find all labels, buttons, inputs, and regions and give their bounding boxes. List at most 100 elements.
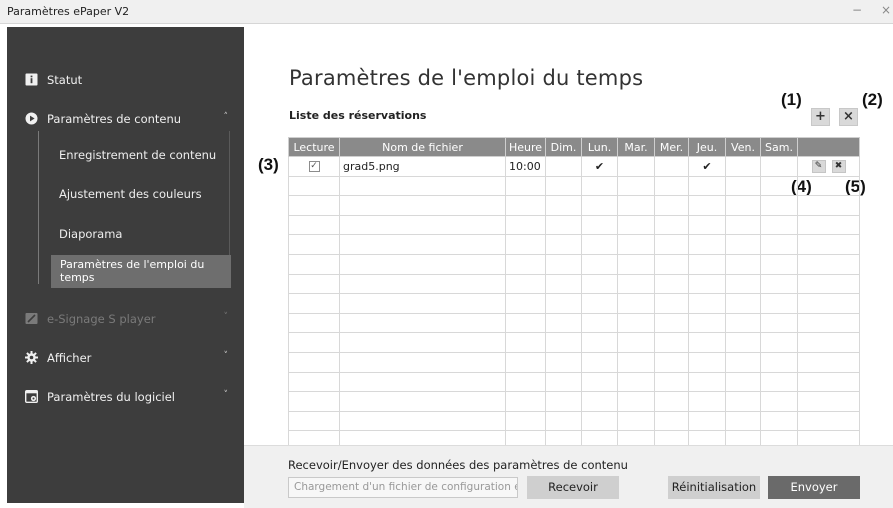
- table-cell: [688, 391, 726, 412]
- table-cell: [654, 195, 689, 216]
- filename-cell: grad5.png: [339, 156, 506, 177]
- footer-panel: Recevoir/Envoyer des données des paramèt…: [244, 445, 893, 508]
- table-cell: [505, 312, 546, 334]
- reservation-list-label: Liste des réservations: [289, 109, 427, 122]
- sidebar-item-software-settings[interactable]: Paramètres du logiciel ˅: [7, 382, 244, 412]
- table-cell: [581, 175, 618, 197]
- table-cell: [581, 391, 618, 412]
- play-checkbox[interactable]: ✓: [308, 161, 320, 173]
- sidebar-subitem-schedule-settings[interactable]: Paramètres de l'emploi du temps: [51, 255, 231, 288]
- chevron-down-icon: ˅: [223, 351, 229, 361]
- table-cell: [581, 351, 618, 373]
- table-cell: [581, 312, 618, 334]
- sidebar-subitem-color-adjust[interactable]: Ajustement des couleurs: [59, 187, 202, 201]
- window-title: Paramètres ePaper V2: [7, 5, 130, 18]
- table-cell: [339, 410, 506, 432]
- edit-row-button[interactable]: ✎: [811, 160, 826, 174]
- table-cell: [725, 195, 761, 216]
- table-cell: [797, 391, 860, 412]
- table-cell: [545, 293, 582, 314]
- table-row-empty: [288, 410, 860, 432]
- table-cell: [617, 312, 655, 334]
- table-cell: [654, 410, 689, 432]
- table-cell: [725, 253, 761, 275]
- table-cell: [688, 234, 726, 255]
- table-cell: [545, 175, 582, 197]
- chevron-up-icon: ˄: [223, 112, 229, 122]
- table-cell: [505, 332, 546, 353]
- day-cell-thu: ✔: [688, 156, 726, 177]
- table-cell: [339, 351, 506, 373]
- table-cell: [654, 391, 689, 412]
- table-row-empty: [288, 253, 860, 275]
- sidebar-item-statut[interactable]: Statut: [7, 65, 244, 95]
- chevron-down-icon: ˅: [223, 312, 229, 322]
- table-cell: [581, 234, 618, 255]
- sidebar-item-content-settings[interactable]: Paramètres de contenu ˄: [7, 104, 244, 134]
- table-cell: [545, 371, 582, 393]
- table-cell: [760, 273, 798, 295]
- table-cell: [654, 214, 689, 236]
- table-cell: [688, 175, 726, 197]
- table-cell: [617, 195, 655, 216]
- table-cell: [617, 175, 655, 197]
- table-cell: [339, 234, 506, 255]
- table-cell: [339, 253, 506, 275]
- sidebar-subitem-content-registration[interactable]: Enregistrement de contenu: [59, 148, 216, 162]
- send-button[interactable]: Envoyer: [768, 476, 860, 499]
- table-cell: [688, 293, 726, 314]
- table-cell: [725, 234, 761, 255]
- table-cell: [797, 293, 860, 314]
- receive-button[interactable]: Recevoir: [527, 476, 619, 499]
- table-cell: [288, 312, 340, 334]
- table-cell: [760, 351, 798, 373]
- table-cell: [617, 351, 655, 373]
- remove-row-button[interactable]: ✖: [831, 160, 846, 174]
- close-window-button[interactable]: ×: [881, 3, 891, 17]
- sidebar-subitem-slideshow[interactable]: Diaporama: [59, 227, 122, 241]
- table-row-empty: [288, 351, 860, 373]
- table-cell: [688, 273, 726, 295]
- config-file-input[interactable]: Chargement d'un fichier de configuration…: [288, 477, 518, 498]
- table-cell: [545, 332, 582, 353]
- table-cell: [545, 351, 582, 373]
- table-row-empty: [288, 371, 860, 393]
- table-cell: [581, 253, 618, 275]
- table-cell: [339, 391, 506, 412]
- sidebar-item-display[interactable]: Afficher ˅: [7, 343, 244, 373]
- table-cell: [654, 371, 689, 393]
- table-cell: [581, 332, 618, 353]
- sidebar-item-label: Paramètres du logiciel: [47, 390, 175, 404]
- delete-all-reservations-button[interactable]: ×: [839, 108, 858, 126]
- table-cell: [617, 371, 655, 393]
- minimize-button[interactable]: −: [852, 3, 862, 17]
- table-cell: [688, 371, 726, 393]
- table-cell: [288, 332, 340, 353]
- table-cell: [581, 195, 618, 216]
- column-header: Dim.: [545, 137, 582, 157]
- table-cell: [617, 332, 655, 353]
- table-cell: [688, 253, 726, 275]
- chevron-down-icon: ˅: [223, 390, 229, 400]
- table-cell: [545, 253, 582, 275]
- table-cell: [505, 391, 546, 412]
- day-cell-sun: [545, 156, 582, 177]
- table-row[interactable]: ✓ grad5.png 10:00 ✔ ✔ ✎ ✖: [288, 156, 860, 177]
- table-cell: [654, 293, 689, 314]
- table-cell: [760, 332, 798, 353]
- table-cell: [654, 351, 689, 373]
- table-cell: [760, 371, 798, 393]
- table-cell: [725, 371, 761, 393]
- table-cell: [288, 371, 340, 393]
- sidebar-item-esignage-player[interactable]: e-Signage S player ˅: [7, 304, 244, 334]
- reset-button[interactable]: Réinitialisation: [668, 476, 760, 499]
- column-header: Mar.: [617, 137, 655, 157]
- table-cell: [760, 175, 798, 197]
- day-cell-mon: ✔: [581, 156, 618, 177]
- submenu-scroll-line: [229, 131, 230, 256]
- time-cell: 10:00: [505, 156, 546, 177]
- add-reservation-button[interactable]: +: [811, 108, 830, 126]
- info-icon: [25, 73, 38, 86]
- table-cell: [654, 253, 689, 275]
- table-cell: [288, 293, 340, 314]
